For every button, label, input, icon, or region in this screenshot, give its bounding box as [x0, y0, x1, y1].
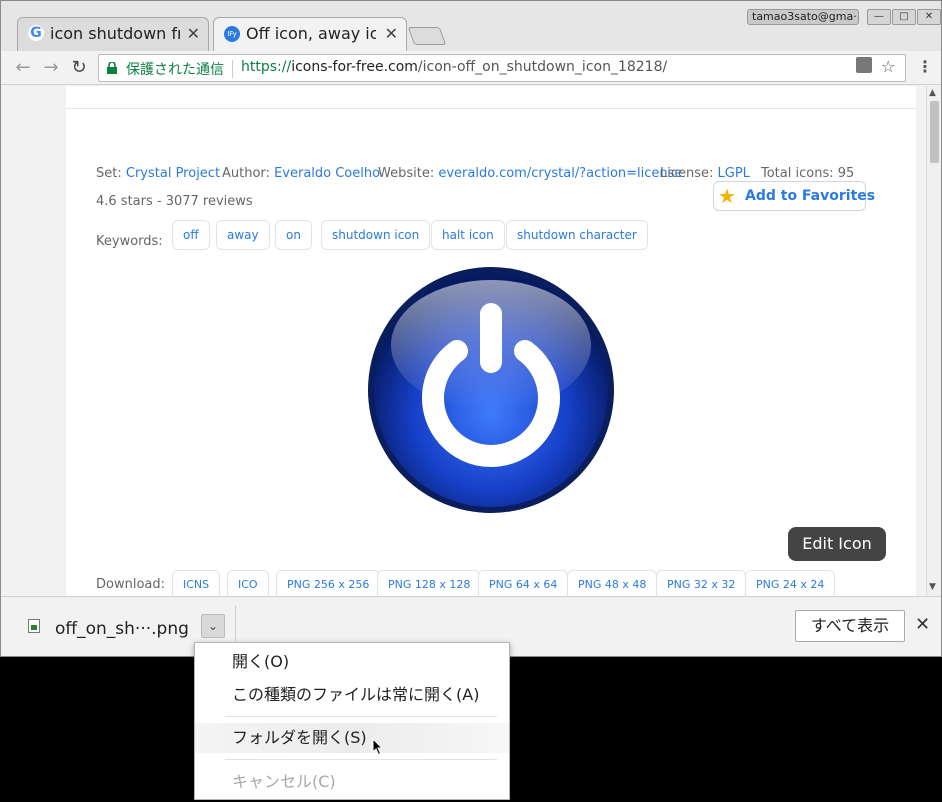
author-info: Author: Everaldo Coelho: [222, 166, 380, 181]
keywords-label: Keywords:: [96, 234, 163, 249]
keyword-chip[interactable]: shutdown icon: [321, 220, 431, 250]
download-filename[interactable]: off_on_sh···.png: [55, 619, 189, 639]
url-scheme: https://: [241, 59, 292, 75]
download-format-chip[interactable]: ICO: [227, 570, 269, 596]
download-format-chip[interactable]: PNG 64 x 64: [478, 570, 569, 596]
author-label: Author:: [222, 166, 270, 181]
browser-toolbar: ← → ↻ 保護された通信 https://icons-for-free.com…: [1, 51, 941, 85]
vertical-scrollbar[interactable]: ▲ ▼: [926, 86, 941, 596]
tab-close-icon[interactable]: ✕: [385, 24, 398, 43]
menu-item-show-in-folder[interactable]: フォルダを開く(S): [195, 723, 509, 753]
keyword-chip[interactable]: on: [275, 220, 312, 250]
minimize-button[interactable]: —: [867, 9, 891, 25]
download-context-menu: 開く(O) この種類のファイルは常に開く(A) フォルダを開く(S) キャンセル…: [194, 642, 510, 800]
add-to-favorites-label: Add to Favorites: [745, 188, 876, 204]
keyword-chip[interactable]: halt icon: [431, 220, 505, 250]
menu-item-open[interactable]: 開く(O): [195, 647, 509, 677]
keyword-chip[interactable]: off: [172, 220, 210, 250]
tab-title: icon shutdown fre: [50, 24, 180, 43]
website-link[interactable]: everaldo.com/crystal/?action=license: [438, 166, 682, 181]
mouse-pointer-icon: [372, 738, 384, 756]
keyword-chip[interactable]: shutdown character: [506, 220, 648, 250]
profile-account-button[interactable]: tamao3sato@gma···: [747, 9, 859, 25]
url-text[interactable]: https://icons-for-free.com/icon-off_on_s…: [241, 59, 667, 75]
new-tab-button[interactable]: [407, 27, 447, 45]
download-format-chip[interactable]: PNG 256 x 256: [276, 570, 381, 596]
scroll-down-arrow-icon[interactable]: ▼: [929, 582, 936, 592]
url-path: /icon-off_on_shutdown_icon_18218/: [417, 59, 668, 75]
close-window-button[interactable]: ✕: [917, 9, 941, 25]
secure-connection-label[interactable]: 保護された通信: [126, 59, 224, 79]
download-format-chip[interactable]: PNG 32 x 32: [656, 570, 747, 596]
image-file-icon: [28, 619, 40, 633]
shelf-divider: [235, 605, 236, 645]
tab-google-search[interactable]: G icon shutdown fre ✕: [17, 17, 209, 51]
download-label: Download:: [96, 577, 165, 592]
url-host: icons-for-free.com: [291, 59, 418, 75]
maximize-button[interactable]: □: [892, 9, 916, 25]
chevron-down-icon[interactable]: ⌄: [201, 614, 225, 638]
browser-window: G icon shutdown fre ✕ IFy Off icon, away…: [0, 0, 942, 657]
rating-text: 4.6 stars - 3077 reviews: [96, 194, 253, 209]
tab-close-icon[interactable]: ✕: [187, 24, 200, 43]
website-info: Website: everaldo.com/crystal/?action=li…: [378, 166, 682, 181]
forward-arrow-icon[interactable]: →: [40, 57, 62, 79]
power-button-icon: [368, 267, 614, 513]
tab-strip: G icon shutdown fre ✕ IFy Off icon, away…: [1, 1, 941, 51]
tab-title: Off icon, away ico: [246, 24, 376, 43]
download-format-chip[interactable]: ICNS: [172, 570, 221, 596]
google-g-icon: G: [28, 25, 44, 41]
menu-separator: [225, 759, 497, 760]
page-viewport: Set: Crystal Project Author: Everaldo Co…: [1, 86, 926, 596]
download-format-chip[interactable]: PNG 48 x 48: [567, 570, 658, 596]
lock-icon: [107, 62, 117, 74]
bookmark-star-icon[interactable]: ☆: [881, 57, 895, 76]
scrollbar-thumb[interactable]: [930, 101, 939, 163]
translate-icon[interactable]: [856, 57, 872, 73]
total-icons: Total icons: 95: [761, 166, 855, 181]
menu-item-cancel: キャンセル(C): [232, 772, 336, 791]
add-to-favorites-button[interactable]: ★ Add to Favorites: [713, 181, 875, 211]
website-label: Website:: [378, 166, 435, 181]
download-format-chip[interactable]: PNG 24 x 24: [745, 570, 836, 596]
scroll-up-arrow-icon[interactable]: ▲: [929, 88, 936, 98]
close-icon[interactable]: ✕: [915, 614, 930, 635]
omnibox-separator: [232, 60, 233, 78]
menu-item-always-open[interactable]: この種類のファイルは常に開く(A): [195, 680, 509, 710]
keyword-chip[interactable]: away: [216, 220, 270, 250]
back-arrow-icon[interactable]: ←: [12, 57, 34, 79]
tab-icons-for-free[interactable]: IFy Off icon, away ico ✕: [213, 17, 407, 51]
menu-separator: [225, 716, 497, 717]
set-info: Set: Crystal Project: [96, 166, 220, 181]
chrome-menu-icon[interactable]: ⋮: [917, 57, 933, 76]
star-icon: ★: [718, 184, 736, 208]
show-all-button[interactable]: すべて表示: [795, 610, 905, 642]
set-label: Set:: [96, 166, 122, 181]
license-label: License:: [660, 166, 714, 181]
icon-detail-panel: Set: Crystal Project Author: Everaldo Co…: [66, 86, 916, 596]
license-info: License: LGPL: [660, 166, 750, 181]
set-link[interactable]: Crystal Project: [126, 166, 220, 181]
reload-icon[interactable]: ↻: [68, 57, 90, 79]
download-format-chip[interactable]: PNG 128 x 128: [377, 570, 482, 596]
icons-for-free-icon: IFy: [224, 26, 240, 42]
author-link[interactable]: Everaldo Coelho: [274, 166, 380, 181]
license-link[interactable]: LGPL: [718, 166, 750, 181]
edit-icon-button[interactable]: Edit Icon: [788, 527, 886, 561]
address-bar[interactable]: 保護された通信 https://icons-for-free.com/icon-…: [98, 54, 906, 82]
divider: [66, 108, 916, 109]
